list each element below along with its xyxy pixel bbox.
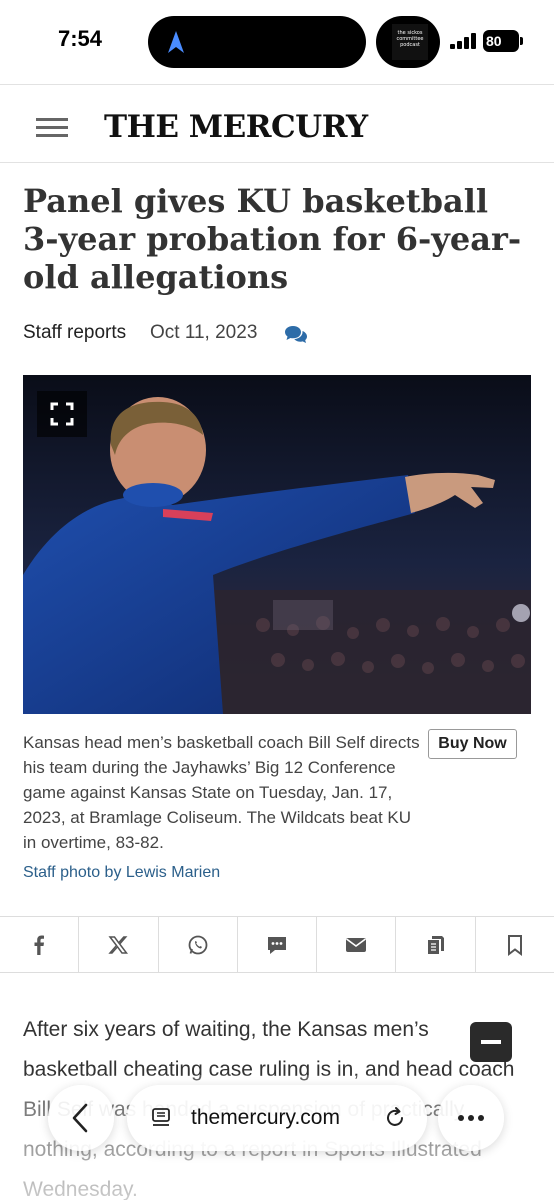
address-bar[interactable]: themercury.com	[127, 1085, 427, 1151]
battery-level: 80	[486, 33, 502, 49]
battery-indicator: 80	[483, 30, 519, 52]
copy-icon	[427, 935, 444, 954]
url-text: themercury.com	[191, 1106, 340, 1129]
cellular-signal-icon	[450, 33, 476, 49]
share-email-button[interactable]	[317, 917, 397, 972]
expand-photo-button[interactable]	[37, 391, 87, 437]
battery-cap	[520, 37, 523, 45]
chevron-left-icon	[72, 1103, 88, 1133]
buy-now-button[interactable]: Buy Now	[428, 729, 517, 759]
share-bar	[0, 916, 554, 973]
photo-image	[23, 375, 531, 714]
article-byline: Staff reports	[23, 322, 127, 343]
photo-caption: Kansas head men’s basketball coach Bill …	[23, 733, 420, 852]
article-headline: Panel gives KU basketball 3-year probati…	[23, 182, 522, 296]
ellipsis-icon	[458, 1115, 484, 1121]
share-facebook-button[interactable]	[0, 917, 80, 972]
status-time: 7:54	[58, 26, 103, 51]
podcast-artwork: the sickos committee podcast	[392, 24, 428, 60]
fullscreen-icon	[50, 402, 74, 426]
copy-link-button[interactable]	[396, 917, 476, 972]
email-icon	[346, 937, 367, 952]
x-icon	[108, 935, 129, 954]
bookmark-icon	[507, 934, 522, 956]
sms-icon	[267, 936, 286, 954]
navigation-arrow-icon	[168, 31, 184, 53]
share-sms-button[interactable]	[238, 917, 318, 972]
site-header: THE MERCURY	[0, 84, 554, 163]
reader-mode-icon[interactable]	[149, 1106, 173, 1130]
collapse-button[interactable]	[470, 1022, 512, 1062]
article-photo[interactable]	[23, 375, 531, 714]
article-date: Oct 11, 2023	[150, 322, 258, 343]
menu-icon[interactable]	[36, 118, 68, 140]
share-whatsapp-button[interactable]	[159, 917, 238, 972]
share-x-button[interactable]	[79, 917, 159, 972]
more-options-button[interactable]	[438, 1085, 504, 1151]
now-playing-island[interactable]: the sickos committee podcast	[376, 16, 440, 68]
comments-icon[interactable]	[284, 324, 308, 344]
site-logo[interactable]: THE MERCURY	[104, 109, 368, 145]
status-bar: 7:54 the sickos committee podcast 80	[0, 0, 554, 84]
browser-back-button[interactable]	[48, 1085, 114, 1151]
facebook-icon	[34, 935, 45, 955]
bookmark-button[interactable]	[476, 917, 554, 972]
whatsapp-icon	[188, 935, 208, 954]
reload-icon[interactable]	[383, 1106, 407, 1130]
minus-icon	[481, 1040, 501, 1044]
dynamic-island[interactable]	[148, 16, 366, 68]
photo-credit[interactable]: Staff photo by Lewis Marien	[23, 864, 220, 882]
